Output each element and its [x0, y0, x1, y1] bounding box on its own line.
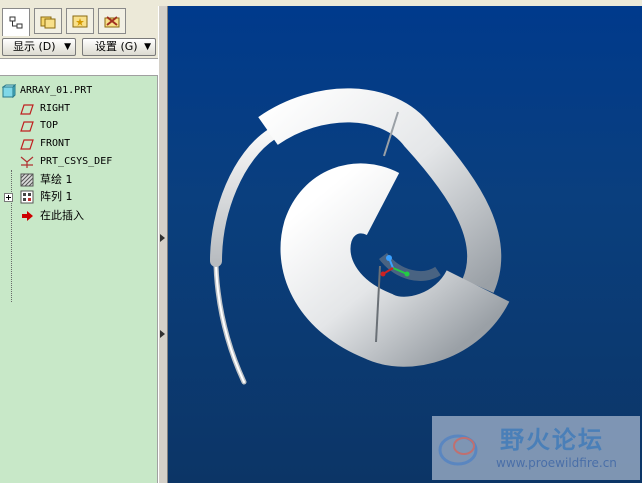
settings-menu-button[interactable]: 设置 (G) ▼	[82, 38, 156, 56]
datum-plane-icon	[20, 102, 34, 116]
datum-plane-icon	[20, 119, 34, 133]
tree-item-label: FRONT	[40, 138, 71, 149]
model-tree-icon	[9, 16, 23, 28]
tree-root-node[interactable]: ARRAY_01.PRT	[1, 83, 152, 99]
folder-icon	[40, 16, 56, 29]
collapse-arrow-icon[interactable]	[160, 234, 165, 242]
tree-item-right[interactable]: RIGHT	[20, 101, 150, 117]
forum-watermark: 野火论坛 www.proewildfire.cn	[432, 416, 640, 480]
tree-item-front[interactable]: FRONT	[20, 136, 150, 152]
watermark-title: 野火论坛	[500, 426, 604, 454]
tree-filter-field[interactable]	[0, 58, 158, 76]
part-icon	[1, 83, 17, 99]
sketch-icon	[20, 173, 34, 187]
tree-item-label: 在此插入	[40, 209, 84, 222]
favorites-icon	[72, 15, 88, 28]
chevron-down-icon: ▼	[144, 42, 151, 52]
datum-plane-icon	[20, 137, 34, 151]
collapse-arrow-icon[interactable]	[160, 330, 165, 338]
graphics-window[interactable]	[168, 6, 642, 483]
tree-item-insert-here[interactable]: 在此插入	[20, 208, 150, 224]
tree-item-label: RIGHT	[40, 103, 71, 114]
display-menu-button[interactable]: 显示 (D) ▼	[2, 38, 76, 56]
tree-item-label: TOP	[40, 120, 59, 131]
folder-browser-tab[interactable]	[34, 8, 62, 34]
tree-item-pattern[interactable]: 阵列 1	[4, 189, 154, 205]
expand-plus-icon[interactable]	[4, 192, 13, 202]
insert-here-arrow-icon	[20, 209, 34, 223]
tree-item-csys[interactable]: PRT_CSYS_DEF	[20, 154, 156, 170]
model-render	[210, 88, 510, 385]
navigator-tabs	[2, 8, 158, 36]
navigator-panel: 显示 (D) ▼ 设置 (G) ▼ ARRAY_01.PRT RIGHT TOP…	[0, 6, 158, 483]
tree-item-label: 阵列 1	[40, 190, 73, 203]
favorites-tab[interactable]	[66, 8, 94, 34]
model-tree-tab[interactable]	[2, 8, 30, 36]
watermark-url: www.proewildfire.cn	[496, 456, 617, 470]
coordinate-system-icon	[20, 155, 34, 169]
model-tree: ARRAY_01.PRT RIGHT TOP FRONT PRT_CSYS_DE	[0, 76, 158, 483]
panel-splitter[interactable]	[158, 6, 168, 483]
tree-item-sketch[interactable]: 草绘 1	[20, 172, 150, 188]
panel-button-row: 显示 (D) ▼ 设置 (G) ▼	[0, 38, 158, 58]
tools-icon	[104, 16, 120, 28]
tree-item-label: PRT_CSYS_DEF	[40, 156, 113, 167]
tree-item-label: 草绘 1	[40, 173, 73, 186]
connections-tab[interactable]	[98, 8, 126, 34]
sweep-mid-tail	[210, 128, 278, 267]
chevron-down-icon: ▼	[64, 42, 71, 52]
pattern-icon	[20, 190, 34, 204]
settings-menu-label: 设置 (G)	[95, 40, 138, 53]
flame-logo-icon	[438, 434, 478, 466]
tree-item-top[interactable]: TOP	[20, 118, 150, 134]
tree-root-label: ARRAY_01.PRT	[20, 85, 93, 96]
display-menu-label: 显示 (D)	[13, 40, 56, 53]
